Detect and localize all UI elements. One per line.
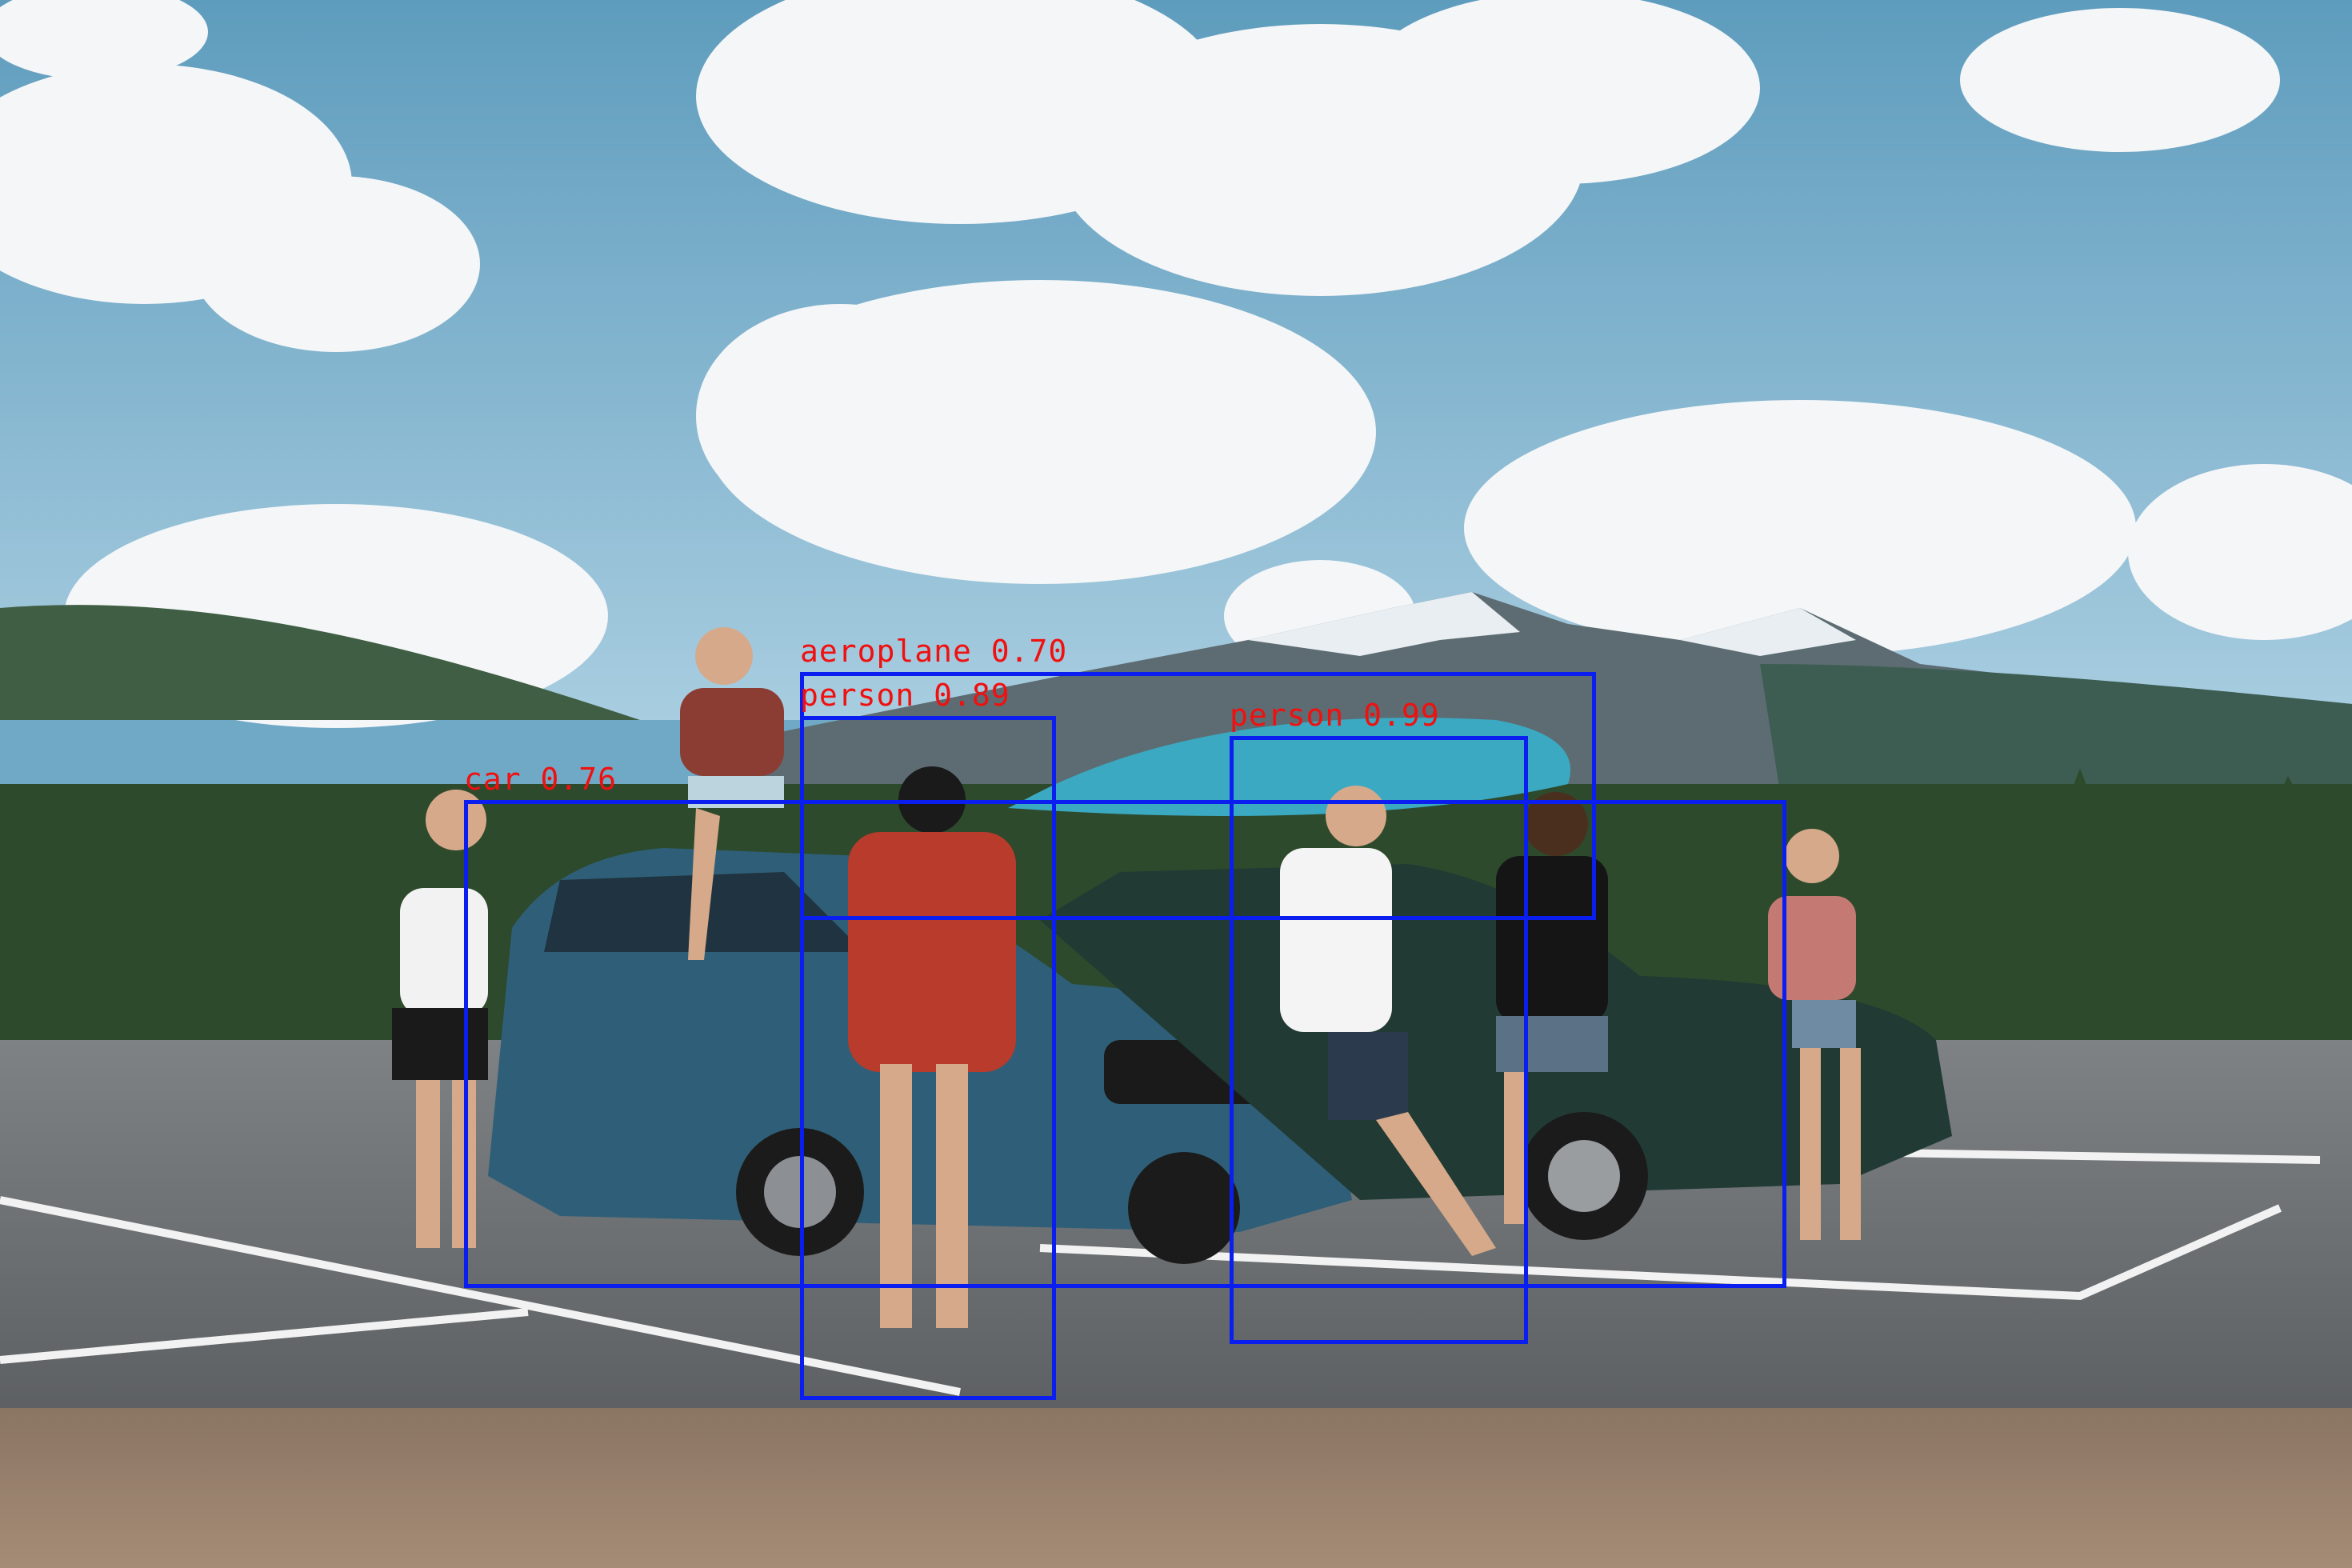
- gravel: [0, 1408, 2352, 1568]
- detection-label-car: car 0.76: [464, 762, 618, 797]
- detection-label-aeroplane: aeroplane 0.70: [800, 634, 1068, 669]
- detection-label-person-girl: person 0.89: [800, 678, 1010, 713]
- detection-label-person-boy: person 0.99: [1230, 698, 1440, 733]
- detection-box-car: [464, 800, 1786, 1288]
